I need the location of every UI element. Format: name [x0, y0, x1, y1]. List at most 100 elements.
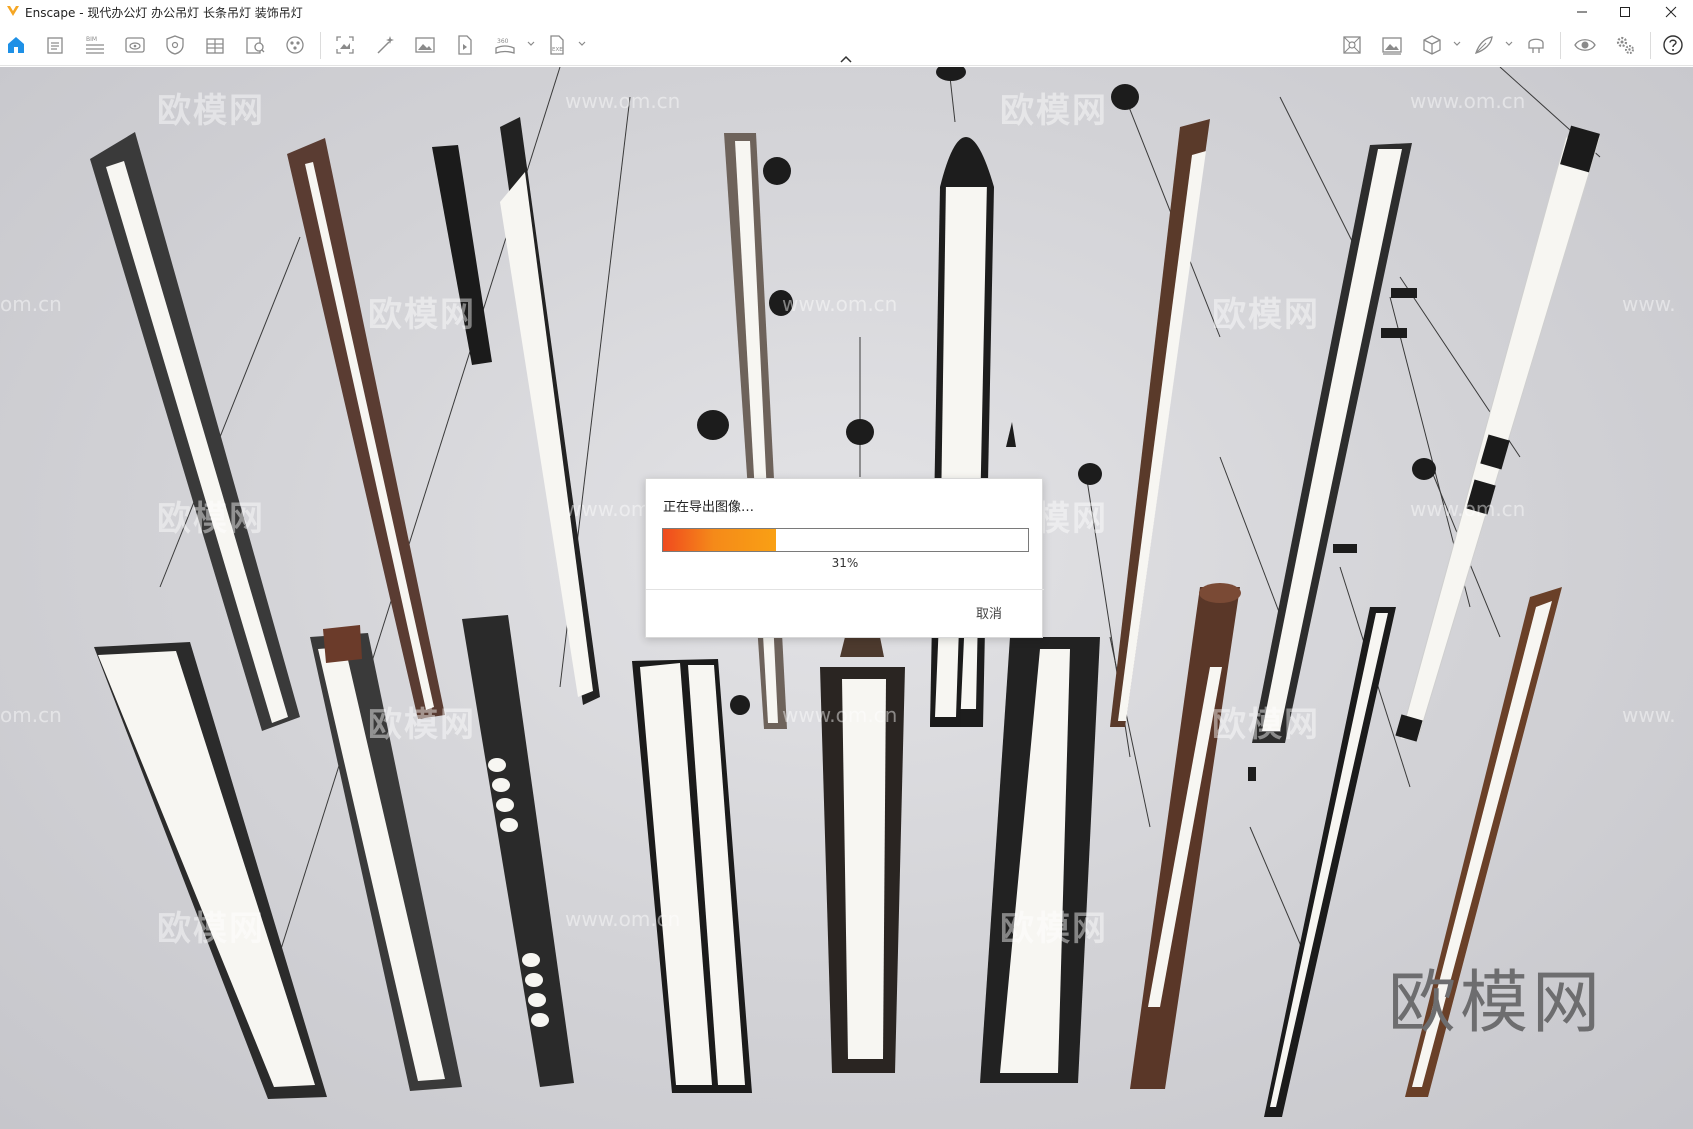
panorama-360-icon: 360 [495, 38, 515, 54]
cube-view-button[interactable] [1420, 33, 1444, 57]
dialog-divider [646, 589, 1044, 590]
toolbar-separator [320, 32, 321, 59]
magic-wand-button[interactable] [373, 33, 397, 57]
watermark-url: www.om.cn [565, 907, 681, 931]
toolbar-separator [1560, 32, 1561, 59]
vr-button[interactable] [1524, 33, 1548, 57]
image-icon [415, 37, 435, 53]
watermark-logo: 欧模网 [1000, 91, 1108, 131]
export-exe-icon: EXE [550, 35, 564, 55]
close-icon [1665, 6, 1677, 17]
image-gallery-button[interactable] [1380, 33, 1404, 57]
watermark-url: www.om.cn [782, 292, 898, 316]
dialog-title: 正在导出图像… [663, 500, 755, 515]
light-bar-2 [287, 138, 445, 719]
watermark-url-partial: www. [1622, 292, 1676, 316]
view-button[interactable] [123, 33, 147, 57]
watermark-logo: 欧模网 [1000, 909, 1108, 949]
minimize-button[interactable] [1559, 0, 1605, 23]
close-button[interactable] [1648, 0, 1693, 23]
light-bar-5 [724, 133, 787, 729]
document-button[interactable] [43, 33, 67, 57]
watermark-logo: 欧模网 [1212, 295, 1320, 335]
watermark-url: www.om.cn [1410, 89, 1526, 113]
view-icon [125, 37, 145, 53]
light-bar-16 [980, 637, 1100, 1083]
pen-sketch-icon [1474, 36, 1493, 55]
sketch-dropdown-icon[interactable] [1504, 39, 1514, 49]
watermark-logo: 欧模网 [368, 295, 476, 335]
sketch-button[interactable] [1472, 33, 1496, 57]
screenshot-icon [336, 36, 354, 54]
bim-icon: BIM [86, 36, 104, 54]
window-title: Enscape - 现代办公灯 办公吊灯 长条吊灯 装饰吊灯 [25, 6, 303, 20]
light-bar-13 [632, 659, 752, 1093]
watermark-logo: 欧模网 [368, 705, 476, 745]
watermark-url-partial: om.cn [0, 292, 62, 316]
light-bar-8 [1252, 143, 1412, 743]
light-bar-12 [462, 615, 574, 1087]
watermark-url: www.om.cn [565, 89, 681, 113]
building-button[interactable] [203, 33, 227, 57]
home-button[interactable] [4, 33, 28, 57]
panorama-dropdown-icon[interactable] [526, 39, 536, 49]
material-button[interactable] [283, 33, 307, 57]
enscape-logo-icon [7, 6, 19, 16]
bim-button[interactable]: BIM [83, 33, 107, 57]
panorama-button[interactable]: 360 [493, 33, 517, 57]
collapse-toolbar-icon[interactable] [838, 54, 854, 64]
watermark-url-partial: om.cn [0, 703, 62, 727]
settings-icon [1616, 36, 1634, 54]
video-button[interactable] [453, 33, 477, 57]
watermark-logo-large: 欧模网 [1388, 964, 1605, 1043]
orthographic-button[interactable] [1340, 33, 1364, 57]
export-progress-dialog: 正在导出图像… 31% 取消 [645, 478, 1044, 638]
screenshot-button[interactable] [333, 33, 357, 57]
home-icon [8, 37, 24, 53]
vr-headset-icon [1528, 38, 1544, 53]
title-bar: Enscape - 现代办公灯 办公吊灯 长条吊灯 装饰吊灯 [0, 0, 1693, 23]
cube-view-icon [1423, 35, 1441, 55]
safe-frame-icon [166, 35, 184, 55]
bim-icon-text: BIM [86, 36, 97, 43]
watermark-logo: 欧模网 [157, 91, 265, 131]
visibility-button[interactable] [1573, 33, 1597, 57]
maximize-icon [1620, 6, 1630, 17]
asset-library-button[interactable] [243, 33, 267, 57]
light-bar-1 [90, 132, 300, 731]
watermark-logo: 欧模网 [1212, 705, 1320, 745]
minimize-icon [1577, 11, 1587, 12]
asset-library-icon [246, 37, 265, 54]
light-bar-17 [1130, 583, 1241, 1089]
help-icon [1663, 35, 1683, 55]
watermark-logo: 欧模网 [157, 909, 265, 949]
image-button[interactable] [413, 33, 437, 57]
progress-bar-fill [663, 529, 777, 551]
settings-button[interactable] [1613, 33, 1637, 57]
video-icon [458, 35, 472, 55]
enscape-window: Enscape - 现代办公灯 办公吊灯 长条吊灯 装饰吊灯 BIM 360 E… [0, 0, 1693, 1129]
progress-bar [662, 528, 1029, 552]
light-bar-9 [1395, 125, 1601, 742]
image-gallery-icon [1382, 37, 1402, 55]
document-icon [47, 37, 63, 54]
maximize-button[interactable] [1602, 0, 1648, 23]
cancel-button[interactable]: 取消 [976, 603, 1002, 622]
toolbar-separator [1650, 32, 1651, 59]
safe-frame-button[interactable] [163, 33, 187, 57]
orthographic-icon [1343, 36, 1361, 54]
watermark-url: www.om.cn [782, 703, 898, 727]
watermark-url: www.om.cn [1410, 497, 1526, 521]
help-button[interactable] [1661, 33, 1685, 57]
progress-percent-label: 31% [831, 556, 859, 570]
material-icon [286, 36, 304, 54]
cube-dropdown-icon[interactable] [1452, 39, 1462, 49]
exe-icon-text: EXE [552, 47, 563, 53]
export-exe-button[interactable]: EXE [545, 33, 569, 57]
magic-wand-icon [377, 36, 394, 54]
export-dropdown-icon[interactable] [577, 39, 587, 49]
watermark-logo: 欧模网 [157, 499, 265, 539]
visibility-icon [1574, 39, 1596, 51]
light-bar-4 [500, 117, 600, 705]
watermark-url-partial: www. [1622, 703, 1676, 727]
